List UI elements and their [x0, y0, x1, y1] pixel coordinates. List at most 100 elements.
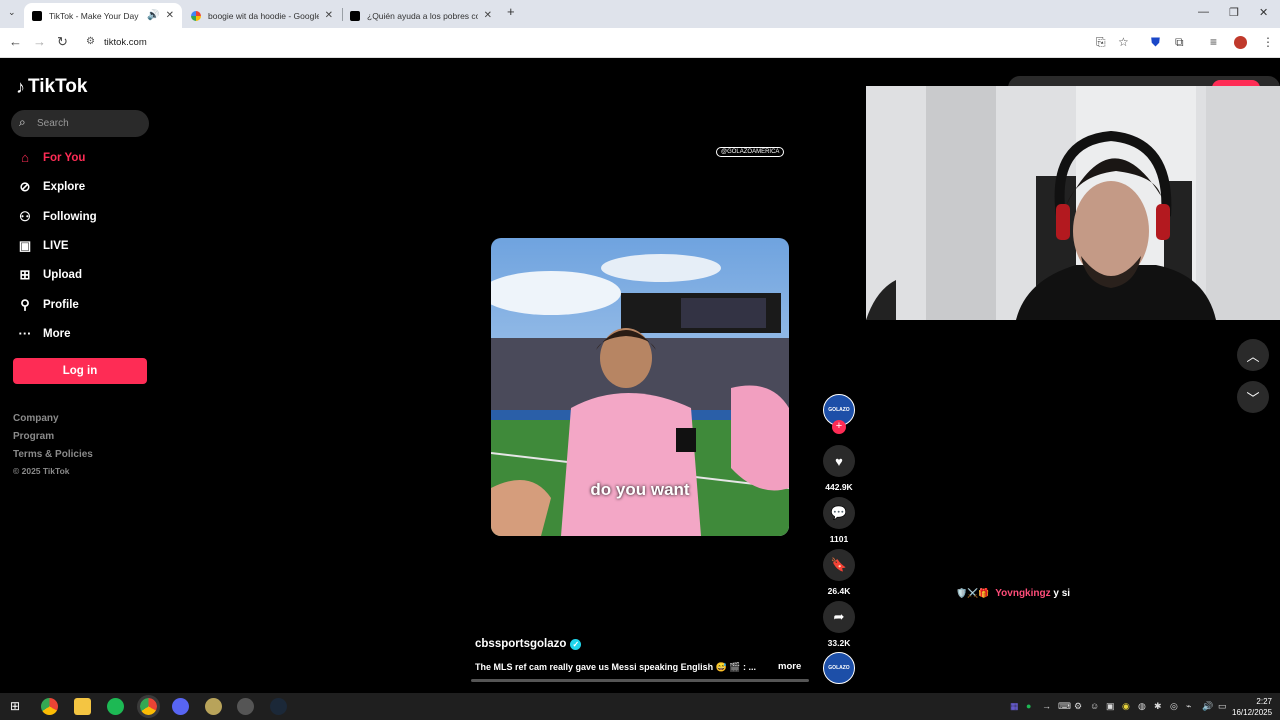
tray-display-icon[interactable]: ▭ [1218, 701, 1227, 712]
footer-terms-link[interactable]: Terms & Policies [13, 449, 93, 460]
streamer-webcam-image [866, 86, 1280, 320]
tab-tiktok[interactable]: TikTok - Make Your Day 🔊 ✕ [24, 3, 182, 28]
like-count: 442.9K [825, 482, 853, 492]
profile-avatar-icon[interactable] [1234, 36, 1247, 49]
nav-label: Following [43, 211, 97, 223]
tab-search-chevron-icon[interactable]: ⌄ [8, 7, 16, 18]
more-button[interactable]: more [778, 661, 801, 672]
close-tab-icon[interactable]: ✕ [484, 10, 492, 21]
tray-discord-icon[interactable]: ☺ [1090, 701, 1099, 711]
address-bar[interactable]: ⚙ tiktok.com [78, 31, 1140, 55]
video-watermark: @GOLAZOAMERICA [716, 147, 785, 157]
reload-icon[interactable]: ↻ [57, 34, 68, 50]
obs-taskbar-icon[interactable] [237, 698, 254, 715]
previous-video-button[interactable]: ︿ [1237, 339, 1269, 371]
tiktok-logo[interactable]: ♪ TikTok [16, 76, 87, 98]
compass-icon: ⊘ [19, 179, 31, 194]
share-count: 33.2K [827, 638, 851, 648]
media-control-icon[interactable]: ≡ [1210, 35, 1217, 49]
close-tab-icon[interactable]: ✕ [325, 10, 333, 21]
forward-icon[interactable]: → [33, 34, 46, 49]
tray-steam-icon[interactable]: ◍ [1138, 701, 1146, 712]
follow-plus-button[interactable]: + [832, 420, 846, 434]
author-name: cbssportsgolazo [475, 638, 567, 650]
save-button[interactable]: 🔖 [823, 549, 855, 581]
nav-label: Explore [43, 181, 86, 193]
nav-for-you[interactable]: ⌂ For You [16, 150, 85, 165]
chat-message-text: y si [1053, 588, 1071, 599]
tray-nvidia-icon[interactable]: ▣ [1106, 701, 1115, 712]
nav-live[interactable]: ▣ LIVE [16, 238, 69, 254]
nav-more[interactable]: ··· More [16, 326, 71, 341]
tray-input-icon[interactable]: ⌨ [1058, 701, 1071, 712]
new-tab-icon[interactable]: + [507, 4, 515, 19]
nav-explore[interactable]: ⊘ Explore [16, 179, 86, 195]
login-button[interactable]: Log in [13, 358, 147, 384]
heart-icon: ♥ [835, 453, 843, 469]
nav-upload[interactable]: ⊞ Upload [16, 267, 82, 283]
restore-icon[interactable]: ❐ [1229, 6, 1239, 19]
next-video-button[interactable]: ﹀ [1237, 381, 1269, 413]
footer-company-link[interactable]: Company [13, 413, 59, 424]
nav-label: Profile [43, 299, 79, 311]
search-input[interactable]: ⌕ Search [11, 110, 149, 137]
search-placeholder: Search [37, 118, 69, 129]
stream-chat-message: 🛡️⚔️🎁 Yovngkingz y si [956, 588, 1070, 599]
chrome-active-taskbar-icon[interactable] [137, 695, 160, 718]
extension-shield-icon[interactable]: ⛊ [1151, 35, 1160, 50]
nav-profile[interactable]: ⚲ Profile [16, 297, 79, 313]
save-count: 26.4K [827, 586, 851, 596]
extensions-puzzle-icon[interactable]: ⧉ [1175, 35, 1184, 50]
chrome-taskbar-icon[interactable] [41, 698, 58, 715]
video-progress-bar[interactable] [471, 679, 809, 682]
share-arrow-icon: ➦ [833, 609, 845, 624]
tab-quien-ayuda[interactable]: ¿Quién ayuda a los pobres con ✕ [342, 3, 500, 28]
nav-label: Upload [43, 269, 82, 281]
verified-check-icon: ✓ [570, 638, 582, 650]
person-icon: ⚲ [20, 297, 30, 312]
site-info-icon[interactable]: ⚙ [86, 36, 95, 47]
nav-label: LIVE [43, 240, 69, 252]
windows-start-icon[interactable]: ⊞ [10, 699, 20, 713]
discord-taskbar-icon[interactable] [172, 698, 189, 715]
spotify-taskbar-icon[interactable] [107, 698, 124, 715]
home-icon: ⌂ [21, 150, 29, 165]
tray-bluetooth-icon[interactable]: ✱ [1154, 701, 1162, 712]
tray-arrow-icon[interactable]: → [1042, 701, 1051, 711]
file-explorer-icon[interactable] [74, 698, 91, 715]
nav-following[interactable]: ⚇ Following [16, 209, 97, 225]
tray-spotify-icon[interactable]: ● [1026, 701, 1031, 711]
back-icon[interactable]: ← [9, 34, 22, 49]
share-button[interactable]: ➦ [823, 601, 855, 633]
person-icon: ⚇ [19, 209, 31, 224]
comment-button[interactable]: 💬 [823, 497, 855, 529]
nav-label: For You [43, 151, 86, 164]
footer-copyright: © 2025 TikTok [13, 466, 70, 476]
avatar-text: GOLAZO [828, 665, 850, 671]
bookmark-star-icon[interactable]: ☆ [1118, 35, 1129, 49]
close-tab-icon[interactable]: ✕ [166, 10, 174, 21]
sound-disc-avatar[interactable]: GOLAZO [823, 652, 855, 684]
speaker-icon[interactable]: 🔊 [147, 10, 159, 21]
minimize-icon[interactable]: — [1198, 6, 1209, 18]
video-caption-overlay: do you want [590, 480, 690, 499]
tray-app-icon[interactable]: ◉ [1122, 701, 1130, 712]
taskbar-clock[interactable]: 2:27 16/12/2025 [1232, 696, 1272, 718]
tab-google[interactable]: boogie wit da hoodie - Google ✕ [183, 3, 341, 28]
tiktok-note-icon: ♪ [16, 76, 25, 97]
install-app-icon[interactable]: ⎘ [1096, 35, 1106, 50]
video-author[interactable]: cbssportsgolazo ✓ [475, 638, 582, 650]
steam-taskbar-icon[interactable] [270, 698, 287, 715]
menu-kebab-icon[interactable]: ⋮ [1262, 35, 1274, 49]
video-player[interactable]: do you want [491, 238, 789, 536]
tray-network-icon[interactable]: ⌁ [1186, 701, 1191, 712]
app-taskbar-icon[interactable] [205, 698, 222, 715]
tray-misc-icon[interactable]: ⚙ [1074, 701, 1082, 712]
footer-program-link[interactable]: Program [13, 431, 54, 442]
like-button[interactable]: ♥ [823, 445, 855, 477]
tray-obs-icon[interactable]: ◎ [1170, 701, 1178, 712]
tray-app-icon[interactable]: ▦ [1010, 701, 1019, 712]
tray-volume-icon[interactable]: 🔊 [1202, 701, 1213, 712]
close-window-icon[interactable]: ✕ [1259, 6, 1268, 19]
tab-title: TikTok - Make Your Day [49, 10, 139, 21]
